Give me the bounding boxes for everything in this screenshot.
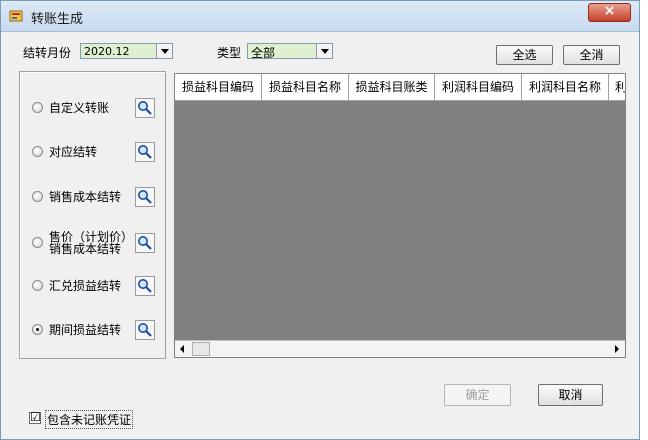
deselect-all-button[interactable]: 全消 xyxy=(563,45,620,65)
radio-planned-price-sales-cost[interactable] xyxy=(32,237,43,248)
close-icon: × xyxy=(603,3,616,19)
radio-exchange-gain-loss[interactable] xyxy=(32,280,43,291)
option-label: 期间损益结转 xyxy=(49,323,122,337)
column-header[interactable]: 利润科目名称 xyxy=(522,74,609,100)
transfer-generation-dialog: 转账生成 × 结转月份 2020.12 类型 全部 全选 全消 自定义转账 对应… xyxy=(0,0,640,440)
column-header[interactable]: 损益科目名称 xyxy=(262,74,349,100)
close-button[interactable]: × xyxy=(588,3,631,22)
cancel-button[interactable]: 取消 xyxy=(538,384,603,406)
column-header[interactable]: 利润科目编码 xyxy=(435,74,522,100)
select-all-button[interactable]: 全选 xyxy=(496,45,553,65)
include-unposted-label[interactable]: 包含未记账凭证 xyxy=(45,410,134,429)
radio-custom-transfer[interactable] xyxy=(32,102,43,113)
chevron-down-icon[interactable] xyxy=(316,44,332,58)
option-planned-price-sales-cost[interactable]: 售价（计划价） 销售成本结转 xyxy=(20,227,165,259)
title-bar: 转账生成 × xyxy=(1,1,639,32)
include-unposted-checkbox[interactable]: ☑ xyxy=(29,410,41,424)
horizontal-scrollbar[interactable] xyxy=(175,340,625,357)
radio-period-profit-loss[interactable] xyxy=(32,324,43,335)
option-label: 汇兑损益结转 xyxy=(49,279,122,293)
option-sales-cost-transfer[interactable]: 销售成本结转 xyxy=(20,185,165,209)
transfer-grid[interactable]: 损益科目编码 损益科目名称 损益科目账类 利润科目编码 利润科目名称 利 xyxy=(174,73,626,358)
month-label: 结转月份 xyxy=(23,46,72,60)
chevron-down-icon[interactable] xyxy=(156,44,172,58)
option-period-profit-loss[interactable]: 期间损益结转 xyxy=(20,318,165,342)
option-exchange-gain-loss[interactable]: 汇兑损益结转 xyxy=(20,274,165,298)
column-header[interactable]: 损益科目账类 xyxy=(349,74,435,100)
app-icon xyxy=(9,10,23,22)
month-value: 2020.12 xyxy=(84,45,130,58)
option-label: 对应结转 xyxy=(49,145,98,159)
type-value: 全部 xyxy=(251,46,276,60)
confirm-button[interactable]: 确定 xyxy=(444,384,511,406)
option-corresponding-transfer[interactable]: 对应结转 xyxy=(20,140,165,164)
checkmark-icon: ☑ xyxy=(30,410,41,424)
scroll-thumb[interactable] xyxy=(192,342,210,356)
option-label: 自定义转账 xyxy=(49,101,110,115)
grid-header: 损益科目编码 损益科目名称 损益科目账类 利润科目编码 利润科目名称 利 xyxy=(175,74,625,101)
transfer-type-panel: 自定义转账 对应结转 销售成本结转 售价（计划价） 销售成本结转 汇兑损益结转 … xyxy=(19,71,166,359)
column-header[interactable]: 利 xyxy=(609,74,625,100)
magnifier-icon[interactable] xyxy=(135,233,155,253)
scroll-left-icon[interactable] xyxy=(175,341,191,356)
scroll-right-icon[interactable] xyxy=(609,341,625,356)
option-label-line2: 销售成本结转 xyxy=(49,242,122,256)
type-select[interactable]: 全部 xyxy=(247,43,333,60)
magnifier-icon[interactable] xyxy=(135,142,155,162)
column-header[interactable]: 损益科目编码 xyxy=(175,74,262,100)
magnifier-icon[interactable] xyxy=(135,276,155,296)
radio-corresponding-transfer[interactable] xyxy=(32,146,43,157)
option-custom-transfer[interactable]: 自定义转账 xyxy=(20,96,165,120)
option-label: 销售成本结转 xyxy=(49,190,122,204)
magnifier-icon[interactable] xyxy=(135,320,155,340)
magnifier-icon[interactable] xyxy=(135,187,155,207)
month-select[interactable]: 2020.12 xyxy=(80,43,173,59)
magnifier-icon[interactable] xyxy=(135,98,155,118)
type-label: 类型 xyxy=(217,46,242,60)
radio-sales-cost-transfer[interactable] xyxy=(32,191,43,202)
window-title: 转账生成 xyxy=(31,12,84,27)
